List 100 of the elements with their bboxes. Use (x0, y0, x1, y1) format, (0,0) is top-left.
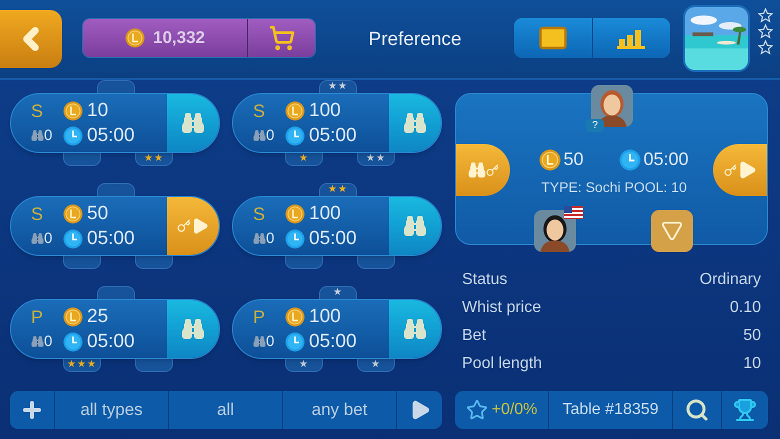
table-card[interactable]: S 100 0 05:00 (232, 196, 442, 256)
seat-tab[interactable]: ★ (319, 286, 357, 299)
player-rank: ★★ (328, 82, 348, 92)
bet-amount: 10 (87, 101, 108, 120)
table-card[interactable]: S 50 0 05:00 (10, 196, 220, 256)
filter-dropdown[interactable]: any bet (283, 391, 397, 429)
spectator-count: 0 (266, 334, 274, 349)
spectator-count: 0 (44, 334, 52, 349)
filter-dropdown[interactable]: all (169, 391, 283, 429)
binoculars-icon (403, 317, 427, 341)
bet-amount: 50 (563, 148, 584, 171)
time-limit: 05:00 (309, 229, 357, 248)
bet-amount: 100 (309, 204, 341, 223)
table-card[interactable]: S 10 0 05:00 (10, 93, 220, 153)
clock-icon (63, 126, 83, 146)
time-limit: 05:00 (309, 332, 357, 351)
spectator-count: 0 (266, 231, 274, 246)
binoculars-icon (31, 335, 44, 348)
game-type: P (31, 308, 44, 326)
watch-button[interactable] (389, 94, 441, 152)
binoculars-icon (31, 129, 44, 142)
spectator-count: 0 (44, 128, 52, 143)
time-limit: 05:00 (87, 229, 135, 248)
clock-icon (285, 126, 305, 146)
detail-label: Whist price (462, 298, 542, 318)
filter-dropdown[interactable]: all types (55, 391, 169, 429)
trophy-icon (733, 398, 757, 422)
player-rank: ★ (333, 288, 343, 298)
cart-icon (268, 25, 294, 51)
rank-stars-icon (758, 8, 773, 55)
table-card[interactable]: S 100 0 05:00 (232, 93, 442, 153)
key-icon (177, 219, 191, 233)
search-icon (685, 398, 709, 422)
player-rank: ★★★ (67, 360, 97, 370)
rating-change: +0/0% (492, 400, 538, 420)
seat-tab[interactable]: ★★★ (63, 359, 101, 372)
binoculars-icon (253, 335, 266, 348)
balance-amount: 10,332 (153, 27, 205, 50)
plus-icon (20, 398, 44, 422)
detail-label: Pool length (462, 354, 542, 374)
binoculars-icon (181, 111, 205, 135)
watch-button[interactable] (167, 300, 219, 358)
table-card[interactable]: P 25 0 05:00 (10, 299, 220, 359)
watch-button[interactable] (167, 94, 219, 152)
detail-value: 0.10 (730, 298, 761, 318)
time-limit: 05:00 (87, 126, 135, 145)
table-number: Table #18359 (549, 391, 673, 429)
unknown-badge: ? (586, 119, 604, 132)
detail-value: 10 (743, 354, 761, 374)
binoculars-icon (403, 214, 427, 238)
seat-tab[interactable]: ★★ (357, 153, 395, 166)
table-card[interactable]: P 100 0 05:00 (232, 299, 442, 359)
bet-amount: 100 (309, 101, 341, 120)
binoculars-icon (403, 111, 427, 135)
watch-button[interactable] (389, 300, 441, 358)
coin-icon (63, 204, 83, 224)
join-button[interactable] (167, 197, 219, 255)
binoculars-icon (468, 161, 486, 179)
table-info: TYPE: Sochi POOL: 10 (541, 178, 687, 197)
shop-button[interactable] (247, 19, 315, 57)
player-rank: ★ (371, 360, 381, 370)
key-icon (486, 164, 498, 176)
watch-join-button[interactable] (456, 144, 510, 196)
bar-chart-icon (616, 27, 646, 49)
coin-icon (285, 204, 305, 224)
join-button[interactable] (713, 144, 767, 196)
coin-icon (125, 28, 145, 48)
bet-amount: 50 (87, 204, 108, 223)
favorite-button[interactable]: +0/0% (455, 391, 549, 429)
seat-tab[interactable]: ★★ (319, 80, 357, 93)
back-button[interactable] (0, 10, 62, 68)
detail-value: 50 (743, 326, 761, 346)
mail-button[interactable] (514, 18, 592, 58)
player-avatar[interactable] (534, 210, 576, 252)
seat-tab[interactable]: ★ (285, 359, 323, 372)
player-rank: ★ (299, 154, 309, 164)
player-rank: ★★ (328, 185, 348, 195)
game-type: S (253, 102, 266, 120)
spectator-count: 0 (266, 128, 274, 143)
game-type: S (31, 204, 44, 222)
rating-button[interactable] (592, 18, 670, 58)
detail-value: Ordinary (700, 270, 761, 290)
seat-tab[interactable]: ★★ (135, 153, 173, 166)
coin-icon (539, 148, 562, 170)
clock-icon (285, 332, 305, 352)
time-limit: 05:00 (87, 332, 135, 351)
time-limit: 05:00 (309, 126, 357, 145)
seat-tab[interactable]: ★★ (319, 183, 357, 196)
clock-icon (619, 148, 642, 170)
game-type: S (31, 102, 44, 120)
game-type: S (253, 204, 266, 222)
coin-icon (285, 306, 305, 326)
seat-tab[interactable]: ★ (357, 359, 395, 372)
expand-button[interactable] (651, 210, 693, 252)
watch-button[interactable] (389, 197, 441, 255)
seat-tab[interactable]: ★ (285, 153, 323, 166)
screen-title: Preference (368, 28, 462, 52)
binoculars-icon (31, 232, 44, 245)
bet-amount: 100 (309, 307, 341, 326)
star-icon (466, 399, 488, 421)
